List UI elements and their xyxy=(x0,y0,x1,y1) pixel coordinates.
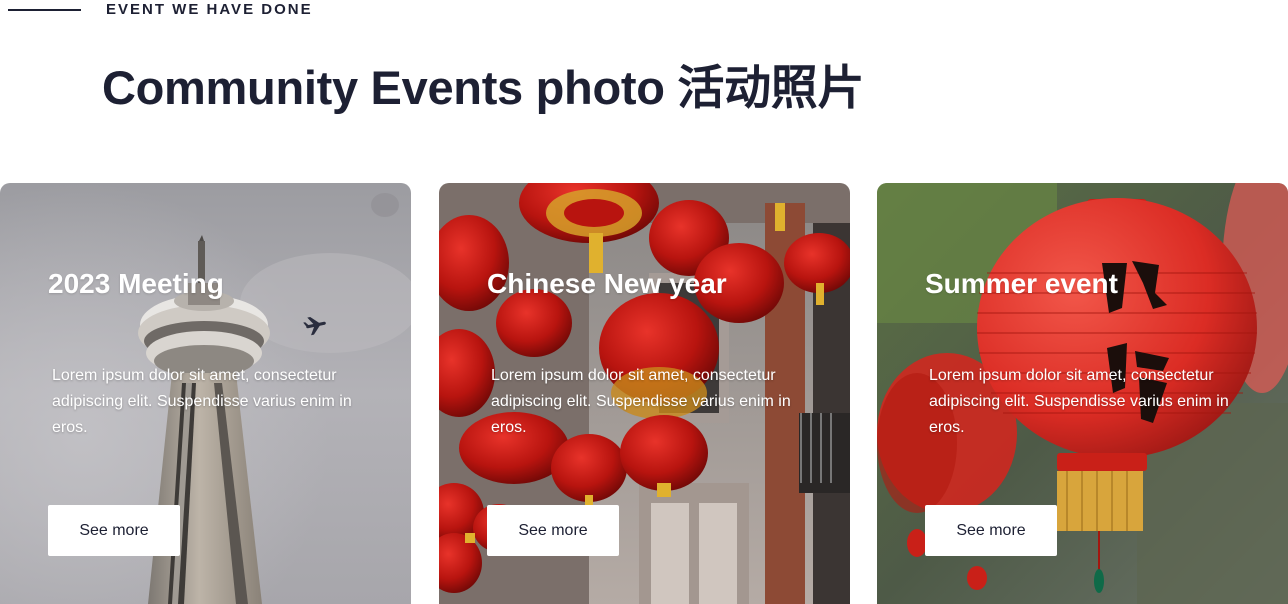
card-description: Lorem ipsum dolor sit amet, consectetur … xyxy=(52,367,352,436)
section-title: Community Events photo 活动照片 xyxy=(102,61,865,114)
card-description: Lorem ipsum dolor sit amet, consectetur … xyxy=(929,367,1229,436)
eyebrow-label: EVENT WE HAVE DONE xyxy=(106,1,313,18)
see-more-button[interactable]: See more xyxy=(48,505,180,556)
card-description: Lorem ipsum dolor sit amet, consectetur … xyxy=(491,367,791,436)
card-title: Summer event xyxy=(925,268,1118,299)
see-more-button[interactable]: See more xyxy=(487,505,619,556)
event-card-chinese-new-year: Chinese New year Lorem ipsum dolor sit a… xyxy=(439,183,850,604)
event-card-meeting: 2023 Meeting Lorem ipsum dolor sit amet,… xyxy=(0,183,411,604)
card-title: Chinese New year xyxy=(487,268,727,299)
events-section: EVENT WE HAVE DONE Community Events phot… xyxy=(0,0,1288,604)
eyebrow-divider xyxy=(8,9,81,11)
event-card-summer: Summer event Lorem ipsum dolor sit amet,… xyxy=(877,183,1288,604)
see-more-button[interactable]: See more xyxy=(925,505,1057,556)
card-title: 2023 Meeting xyxy=(48,268,224,299)
